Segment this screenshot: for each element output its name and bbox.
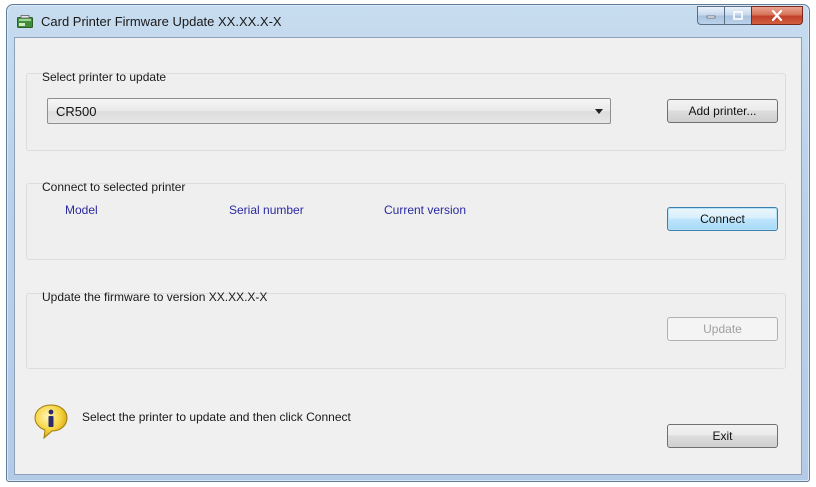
maximize-icon — [733, 11, 743, 20]
status-message: Select the printer to update and then cl… — [82, 410, 351, 424]
dropdown-arrow-icon — [595, 109, 603, 114]
app-icon — [17, 15, 33, 29]
minimize-icon — [706, 15, 716, 18]
printer-select[interactable]: CR500 — [47, 98, 611, 124]
title-bar[interactable]: Card Printer Firmware Update XX.XX.X-X — [7, 5, 809, 37]
exit-button[interactable]: Exit — [667, 424, 778, 448]
update-button[interactable]: Update — [667, 317, 778, 341]
printer-select-value: CR500 — [56, 104, 97, 119]
close-button[interactable] — [751, 6, 803, 25]
connect-button[interactable]: Connect — [667, 207, 778, 231]
maximize-button[interactable] — [724, 6, 751, 25]
info-icon — [32, 402, 70, 440]
window-title: Card Printer Firmware Update XX.XX.X-X — [41, 14, 282, 29]
column-header-serial-number: Serial number — [229, 203, 304, 217]
caption-buttons — [697, 6, 803, 26]
column-header-model: Model — [65, 203, 98, 217]
connect-printer-label: Connect to selected printer — [42, 180, 186, 194]
minimize-button[interactable] — [697, 6, 724, 25]
column-header-current-version: Current version — [384, 203, 467, 217]
add-printer-button[interactable]: Add printer... — [667, 99, 778, 123]
select-printer-label: Select printer to update — [42, 70, 167, 84]
update-firmware-label: Update the firmware to version XX.XX.X-X — [42, 290, 268, 304]
close-icon — [771, 10, 783, 21]
